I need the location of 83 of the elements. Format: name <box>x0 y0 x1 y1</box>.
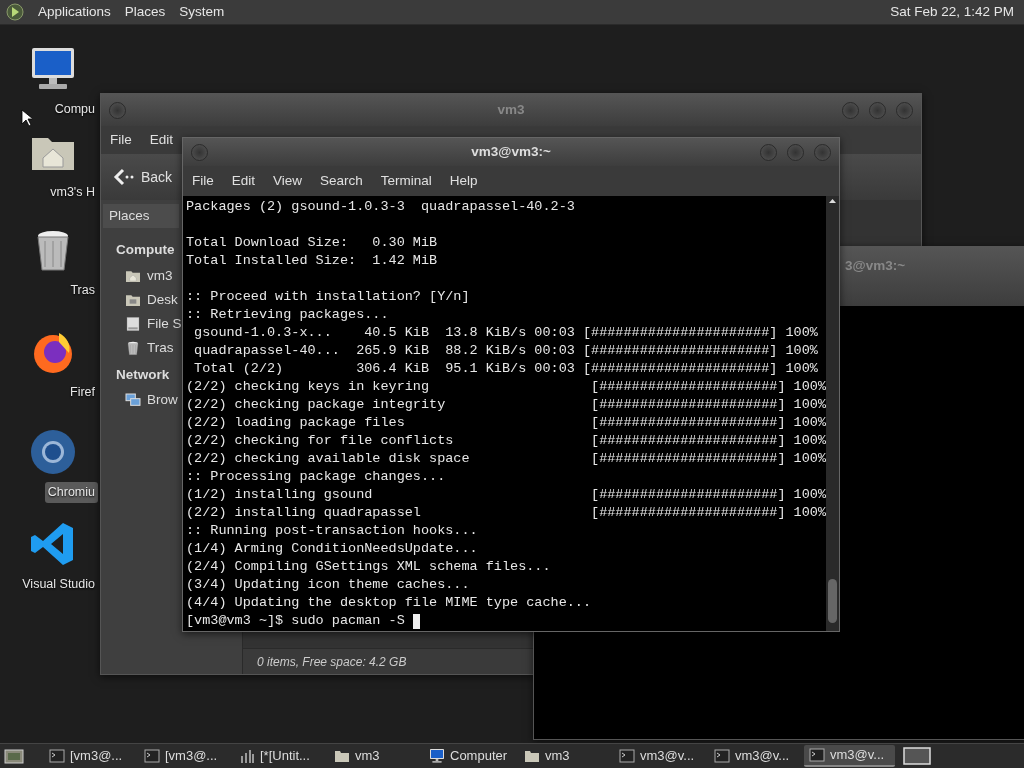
computer-icon <box>429 748 445 764</box>
taskbar-item[interactable]: [vm3@... <box>44 745 135 767</box>
sidebar-item[interactable]: Brow <box>101 387 178 412</box>
terminal-icon <box>144 748 160 764</box>
menu-item[interactable]: Edit <box>140 129 183 151</box>
terminal-line: :: Retrieving packages... <box>186 306 389 324</box>
sidebar-header[interactable]: Places <box>103 204 179 229</box>
menu-item[interactable]: View <box>264 170 312 192</box>
desktop-icon-label[interactable]: vm3's H <box>47 182 98 203</box>
terminal-line: (1/2) installing gsound [######################] 100% <box>186 486 826 504</box>
panel-menu[interactable]: System <box>179 1 225 23</box>
panel-clock[interactable]: Sat Feb 22, 1:42 PM <box>890 1 1014 23</box>
terminal-icon <box>619 748 635 764</box>
terminal-icon <box>49 748 65 764</box>
bar-chart-icon <box>239 748 255 764</box>
terminal-line: (2/2) loading package files [######################] 100% <box>186 414 826 432</box>
terminal-line: Total Download Size: 0.30 MiB <box>186 234 438 252</box>
taskbar-item[interactable]: vm3@v... <box>804 745 895 767</box>
window-title: vm3 <box>496 100 526 119</box>
panel-menu[interactable]: Applications <box>38 1 111 23</box>
desktop-icon-label[interactable]: Firef <box>67 382 98 403</box>
taskbar-item[interactable]: vm3@v... <box>709 745 800 767</box>
sidebar-item[interactable]: Tras <box>101 336 174 361</box>
browser-icon[interactable] <box>29 428 77 476</box>
terminal-line: (1/4) Arming ConditionNeedsUpdate... <box>186 540 478 558</box>
taskbar-item[interactable]: vm3@v... <box>614 745 705 767</box>
desktop-icon-label[interactable]: Chromiu <box>44 482 98 503</box>
desktop-icon-label[interactable]: Compu <box>51 99 98 120</box>
taskbar-item[interactable]: vm3 <box>329 745 420 767</box>
terminal-line: gsound-1.0.3-x... 40.5 KiB 13.8 KiB/s 00:03 [######################] 100% <box>193 324 818 342</box>
taskbar-item[interactable]: vm3 <box>519 745 610 767</box>
desktop-icon-label[interactable]: Visual Studio <box>19 574 98 595</box>
window-title: vm3@vm3:~ <box>470 142 552 161</box>
terminal-line: :: Processing package changes... <box>186 468 446 486</box>
network-icon <box>125 391 141 408</box>
scrollbar-thumb[interactable] <box>828 579 837 623</box>
panel-menu[interactable]: Places <box>124 1 166 23</box>
terminal-line: (3/4) Updating icon theme caches... <box>186 576 470 594</box>
taskbar-item[interactable]: [*[Untit... <box>234 745 325 767</box>
terminal-line: (2/4) Compiling GSettings XML schema files... <box>186 558 551 576</box>
folder-icon <box>524 748 540 764</box>
sidebar-item[interactable]: Desk <box>101 287 178 312</box>
sidebar-heading: Compute <box>116 241 175 260</box>
terminal-line: (2/2) checking for file conflicts [######################] 100% <box>186 432 826 450</box>
terminal-line: (4/4) Updating the desktop file MIME type cache... <box>186 594 592 612</box>
menu-item[interactable]: Terminal <box>371 170 441 192</box>
terminal-icon <box>809 747 825 763</box>
sidebar-item[interactable]: File S <box>101 312 182 337</box>
taskbar-item[interactable]: Computer <box>424 745 515 767</box>
terminal-icon <box>714 748 730 764</box>
menu-item[interactable]: Edit <box>222 170 265 192</box>
taskbar-item[interactable]: [vm3@... <box>139 745 230 767</box>
sidebar-item[interactable]: vm3 <box>101 263 173 288</box>
terminal-line: Total (2/2) 306.4 KiB 95.1 KiB/s 00:03 [######################] 100% <box>193 360 818 378</box>
menu-item[interactable]: File <box>183 170 223 192</box>
terminal-line: quadrapassel-40... 265.9 KiB 88.2 KiB/s 00:03 [######################] 100% <box>193 342 818 360</box>
workspace-switcher-icon[interactable] <box>903 746 933 766</box>
terminal-line: (2/2) checking available disk space [######################] 100% <box>186 450 826 468</box>
terminal-line: Packages (2) gsound-1.0.3-3 quadrapassel-40.2-3 <box>186 198 575 216</box>
terminal-line: :: Running post-transaction hooks... <box>186 522 478 540</box>
scrollbar[interactable] <box>826 196 839 631</box>
drive-icon <box>125 316 141 333</box>
back-arrow-icon <box>113 168 135 186</box>
desktop-icon-label[interactable]: Tras <box>67 280 98 301</box>
mouse-pointer-icon <box>21 107 32 128</box>
back-button[interactable]: Back <box>109 162 177 192</box>
terminal-line: (2/2) checking keys in keyring [######################] 100% <box>186 378 826 396</box>
terminal-line: :: Proceed with installation? [Y/n] <box>186 288 470 306</box>
trash-icon <box>125 340 141 357</box>
menu-item[interactable]: File <box>101 129 141 151</box>
app-menu-icon[interactable] <box>6 3 24 21</box>
terminal-line: (2/2) checking package integrity [######################] 100% <box>186 396 826 414</box>
sidebar-heading: Network <box>116 365 170 384</box>
terminal-prompt: [vm3@vm3 ~]$ sudo pacman -S <box>186 612 405 630</box>
terminal-line: (2/2) installing quadrapassel [######################] 100% <box>186 504 826 522</box>
window-title: 3@vm3:~ <box>845 257 906 275</box>
show-desktop-icon[interactable] <box>4 747 24 765</box>
menu-item[interactable]: Help <box>440 170 487 192</box>
menu-item[interactable]: Search <box>311 170 372 192</box>
folder-icon <box>334 748 350 764</box>
text-cursor <box>412 613 420 629</box>
terminal-line: Total Installed Size: 1.42 MiB <box>186 252 438 270</box>
scroll-up-arrow-icon[interactable] <box>826 196 839 206</box>
